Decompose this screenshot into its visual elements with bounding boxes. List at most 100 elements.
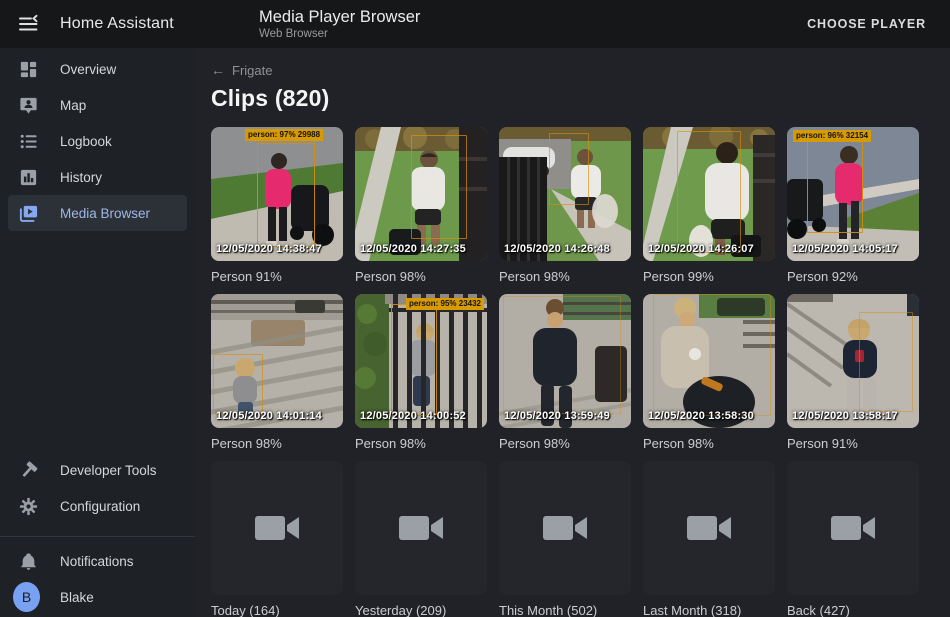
sidebar-item-media-browser[interactable]: Media Browser (8, 195, 187, 231)
folder-caption: Last Month (318) (643, 603, 775, 617)
detection-label: person: 96% 32154 (793, 130, 871, 142)
folder-caption: This Month (502) (499, 603, 631, 617)
clip-card[interactable]: 12/05/2020 14:27:35 Person 98% (355, 127, 487, 286)
clip-caption: Person 91% (787, 436, 919, 453)
folder-card-today[interactable]: Today (164) (211, 461, 343, 617)
sidebar-item-configuration[interactable]: Configuration (8, 488, 187, 524)
sidebar-item-map[interactable]: Map (8, 87, 187, 123)
clip-timestamp: 12/05/2020 14:26:48 (504, 243, 610, 255)
page-subtitle: Web Browser (259, 27, 420, 41)
clip-card[interactable]: 12/05/2020 14:26:48 Person 98% (499, 127, 631, 286)
clip-caption: Person 92% (787, 269, 919, 286)
folder-thumbnail (787, 461, 919, 595)
home-assistant-app: Home Assistant Media Player Browser Web … (0, 0, 950, 617)
clip-card[interactable]: 12/05/2020 13:59:49 Person 98% (499, 294, 631, 453)
folder-thumbnail (643, 461, 775, 595)
detection-bbox (391, 304, 437, 416)
play-box-multiple-icon (16, 201, 40, 225)
folder-card-back[interactable]: Back (427) (787, 461, 919, 617)
clip-timestamp: 12/05/2020 13:58:17 (792, 410, 898, 422)
breadcrumb-back-link[interactable]: ← Frigate (211, 62, 272, 78)
folder-caption: Yesterday (209) (355, 603, 487, 617)
folder-card-yesterday[interactable]: Yesterday (209) (355, 461, 487, 617)
clip-thumbnail: 12/05/2020 13:59:49 (499, 294, 631, 428)
sidebar-item-logbook[interactable]: Logbook (8, 123, 187, 159)
video-camera-icon (399, 513, 443, 543)
clip-thumbnail: 12/05/2020 13:58:17 (787, 294, 919, 428)
clip-card[interactable]: 12/05/2020 13:58:30 Person 98% (643, 294, 775, 453)
toolbar: Media Player Browser Web Browser CHOOSE … (195, 8, 950, 41)
clip-timestamp: 12/05/2020 14:00:52 (360, 410, 466, 422)
folder-thumbnail (499, 461, 631, 595)
clip-caption: Person 98% (355, 436, 487, 453)
avatar-initial: B (13, 582, 40, 612)
sidebar-item-label: History (60, 170, 102, 185)
video-camera-icon (687, 513, 731, 543)
sidebar-item-developer-tools[interactable]: Developer Tools (8, 452, 187, 488)
media-browser-content: ← Frigate Clips (820) (195, 48, 950, 617)
clip-thumbnail: 12/05/2020 14:26:48 (499, 127, 631, 261)
hammer-icon (16, 458, 40, 482)
avatar: B (16, 585, 40, 609)
clip-caption: Person 99% (643, 269, 775, 286)
clip-caption: Person 98% (355, 269, 487, 286)
clip-caption: Person 98% (643, 436, 775, 453)
detection-bbox (807, 139, 863, 233)
sidebar-item-label: Developer Tools (60, 463, 157, 478)
clip-caption: Person 98% (499, 436, 631, 453)
clip-card[interactable]: person: 96% 32154 12/05/2020 14:05:17 Pe… (787, 127, 919, 286)
clip-timestamp: 12/05/2020 14:26:07 (648, 243, 754, 255)
video-camera-icon (255, 513, 299, 543)
sidebar-item-overview[interactable]: Overview (8, 51, 187, 87)
clip-card[interactable]: person: 97% 29988 12/05/2020 14:38:47 Pe… (211, 127, 343, 286)
clip-card[interactable]: person: 95% 23432 12/05/2020 14:00:52 Pe… (355, 294, 487, 453)
clip-card[interactable]: 12/05/2020 14:01:14 Person 98% (211, 294, 343, 453)
sidebar-toggle-icon[interactable] (16, 12, 40, 36)
top-app-bar: Home Assistant Media Player Browser Web … (0, 0, 950, 48)
folder-card-this-month[interactable]: This Month (502) (499, 461, 631, 617)
sidebar-item-history[interactable]: History (8, 159, 187, 195)
clip-thumbnail: person: 96% 32154 12/05/2020 14:05:17 (787, 127, 919, 261)
clip-timestamp: 12/05/2020 14:05:17 (792, 243, 898, 255)
detection-label: person: 97% 29988 (245, 129, 323, 141)
detection-bbox (653, 294, 771, 416)
bell-icon (16, 549, 40, 573)
sidebar-item-label: Media Browser (60, 206, 150, 221)
page-heading: Clips (820) (211, 85, 934, 112)
folder-thumbnail (355, 461, 487, 595)
choose-player-button[interactable]: CHOOSE PLAYER (799, 11, 934, 37)
folder-thumbnail (211, 461, 343, 595)
detection-bbox (859, 312, 913, 412)
clip-card[interactable]: 12/05/2020 13:58:17 Person 91% (787, 294, 919, 453)
clip-card[interactable]: 12/05/2020 14:26:07 Person 99% (643, 127, 775, 286)
sidebar-item-user-profile[interactable]: B Blake (8, 579, 187, 615)
clips-grid: person: 97% 29988 12/05/2020 14:38:47 Pe… (211, 127, 934, 617)
video-camera-icon (543, 513, 587, 543)
clip-thumbnail: 12/05/2020 14:01:14 (211, 294, 343, 428)
sidebar: Overview Map (0, 48, 195, 617)
sidebar-item-notifications[interactable]: Notifications (8, 543, 187, 579)
sidebar-header: Home Assistant (0, 12, 195, 36)
breadcrumb-label: Frigate (232, 63, 272, 78)
video-camera-icon (831, 513, 875, 543)
folder-card-last-month[interactable]: Last Month (318) (643, 461, 775, 617)
sidebar-item-label: Configuration (60, 499, 140, 514)
sidebar-nav: Overview Map (0, 48, 195, 231)
detection-bbox (503, 296, 621, 414)
clip-caption: Person 98% (499, 269, 631, 286)
clip-thumbnail: person: 97% 29988 12/05/2020 14:38:47 (211, 127, 343, 261)
clip-thumbnail: 12/05/2020 14:26:07 (643, 127, 775, 261)
clip-timestamp: 12/05/2020 14:27:35 (360, 243, 466, 255)
sidebar-divider (0, 536, 195, 537)
clip-timestamp: 12/05/2020 14:38:47 (216, 243, 322, 255)
detection-bbox (549, 133, 589, 205)
app-name: Home Assistant (60, 15, 174, 33)
sidebar-item-label: Logbook (60, 134, 112, 149)
clip-caption: Person 91% (211, 269, 343, 286)
clip-thumbnail: person: 95% 23432 12/05/2020 14:00:52 (355, 294, 487, 428)
back-arrow-icon: ← (211, 62, 225, 78)
clip-timestamp: 12/05/2020 13:58:30 (648, 410, 754, 422)
detection-bbox (677, 131, 741, 253)
sidebar-item-label: Map (60, 98, 86, 113)
sidebar-tools: Developer Tools (0, 452, 195, 524)
